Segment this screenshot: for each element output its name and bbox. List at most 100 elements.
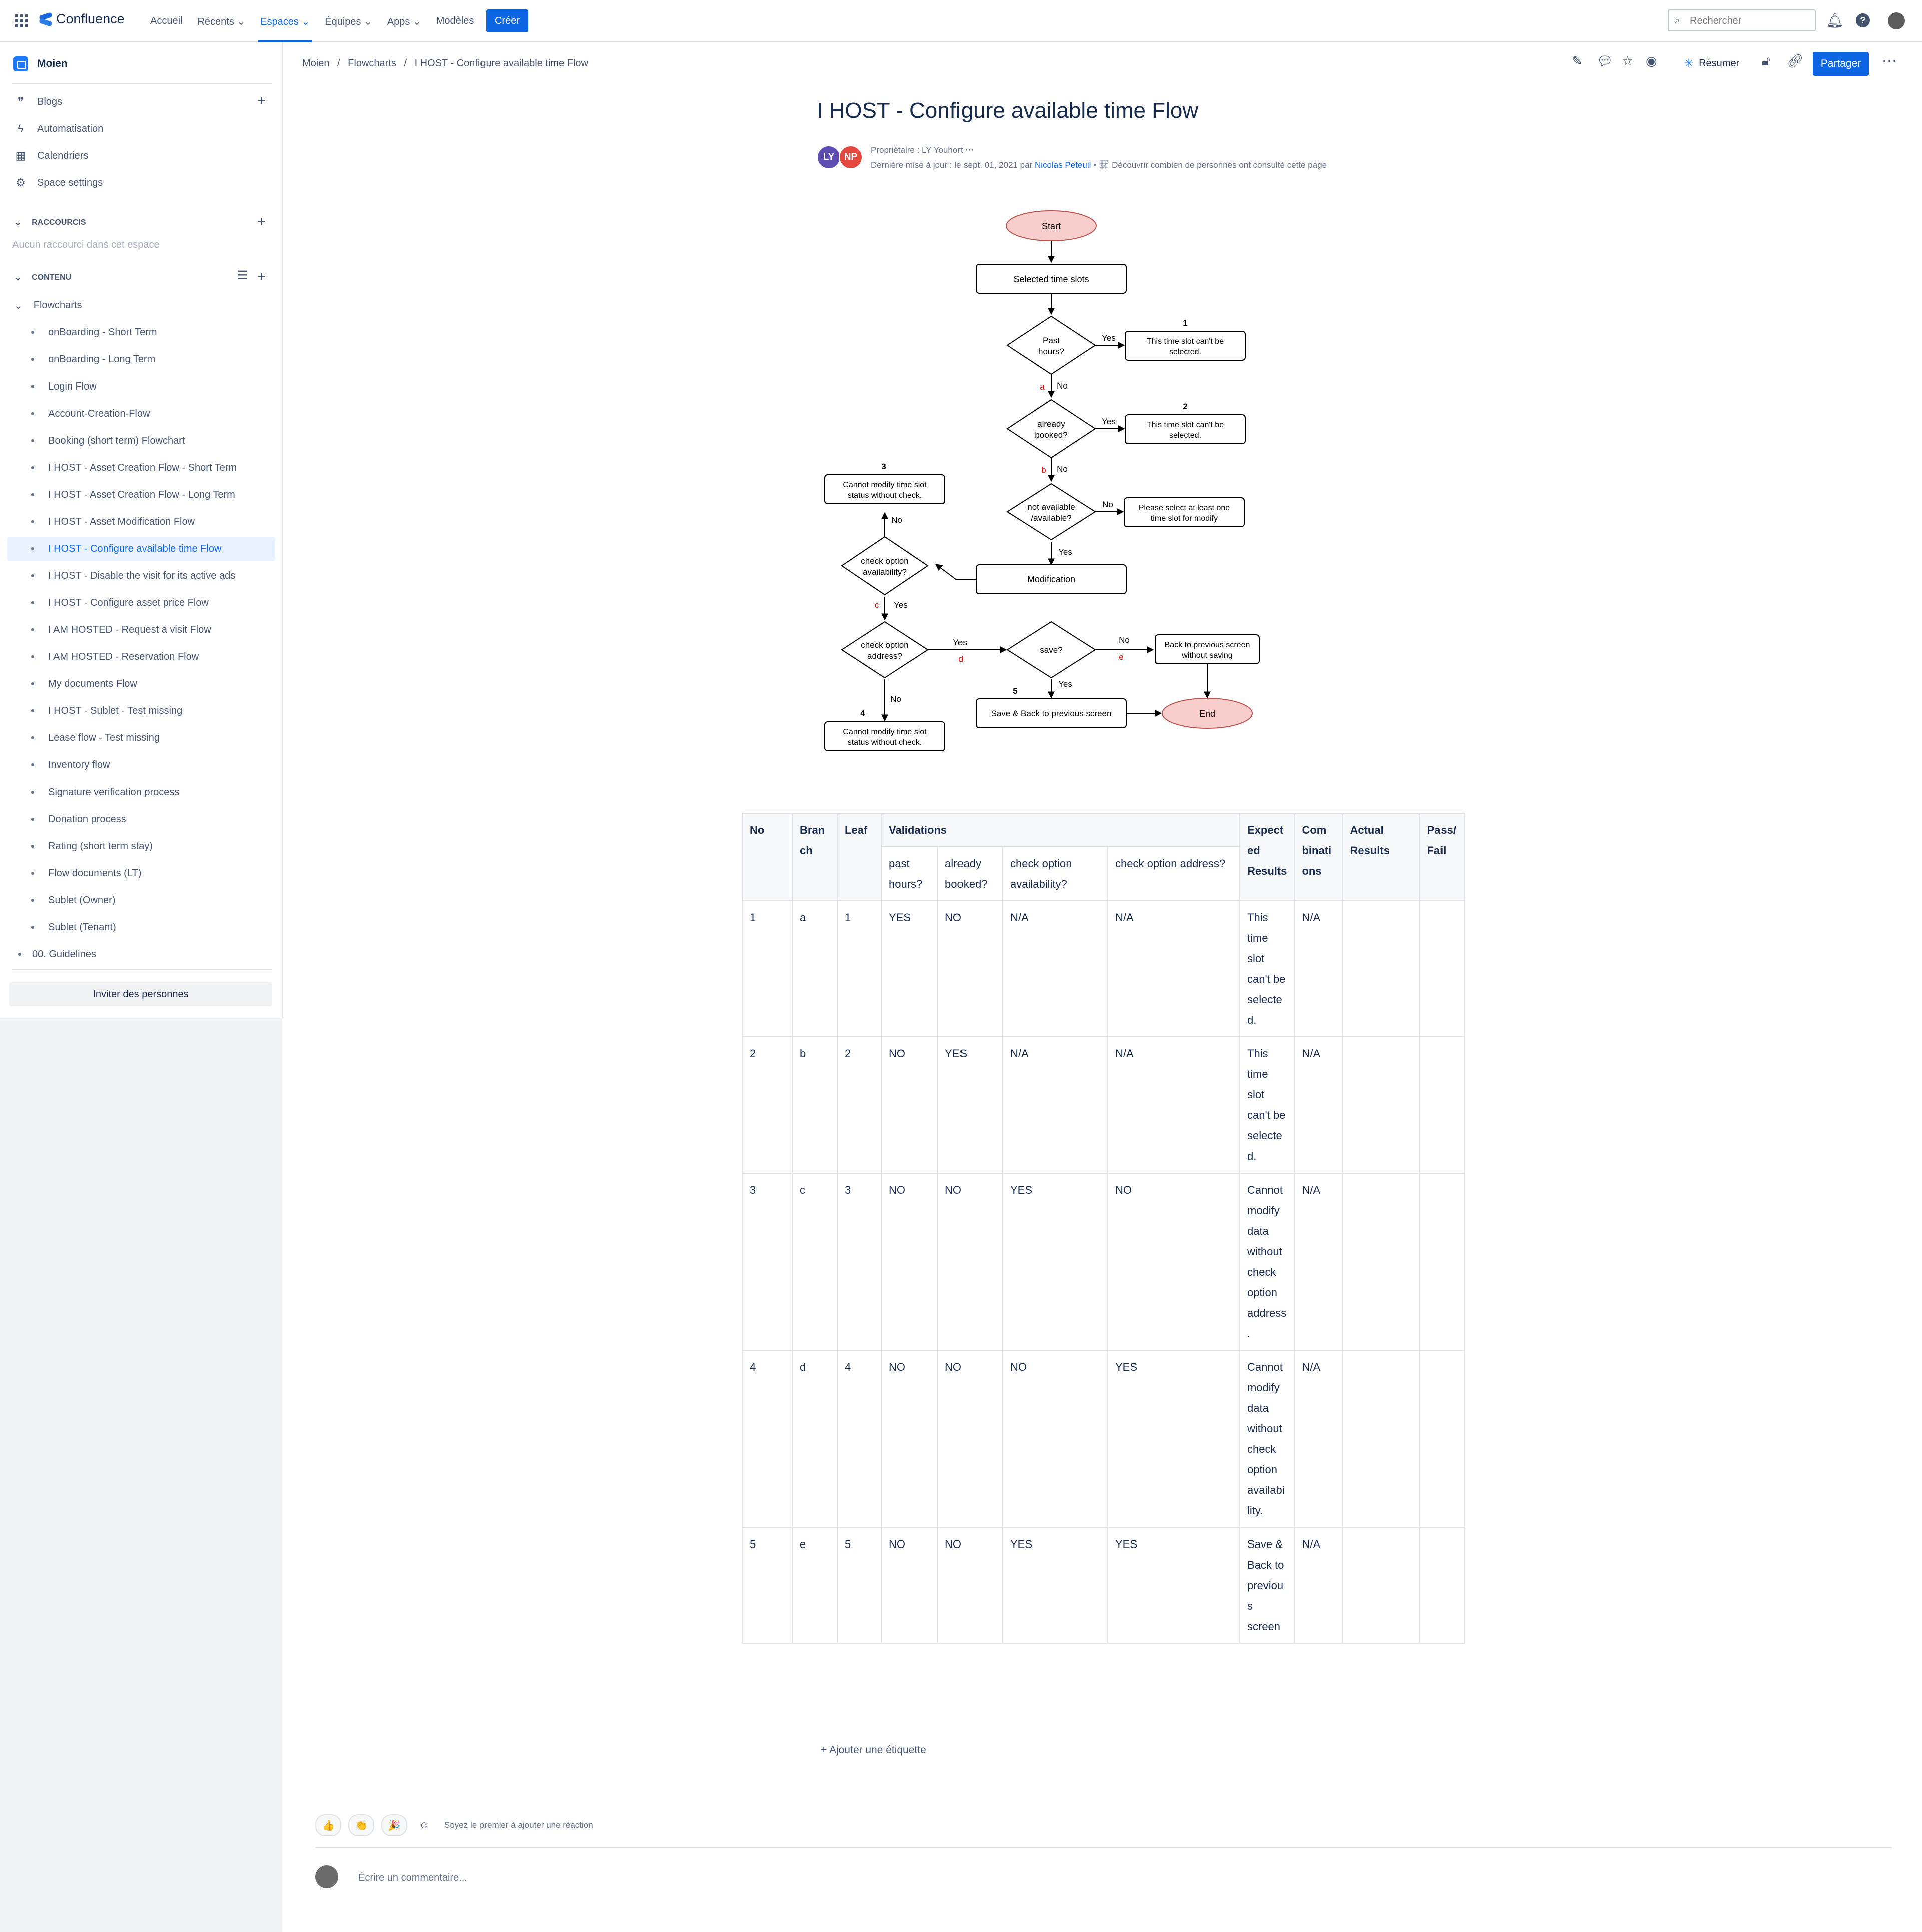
search-input[interactable] — [1689, 14, 1811, 27]
tree-item[interactable]: I HOST - Asset Modification Flow — [7, 510, 275, 534]
bullet-icon — [31, 682, 34, 685]
tree-item[interactable]: I AM HOSTED - Reservation Flow — [7, 645, 275, 669]
updated-by-link[interactable]: Nicolas Peteuil — [1035, 160, 1091, 170]
share-button[interactable]: Partager — [1813, 52, 1869, 76]
column-header: already booked? — [937, 846, 1003, 901]
contributor-avatar[interactable]: NP — [839, 145, 863, 169]
table-cell: 5 — [742, 1527, 793, 1644]
tree-item[interactable]: Donation process — [7, 807, 275, 831]
edge-label: No — [1057, 464, 1068, 474]
tree-item[interactable]: Lease flow - Test missing — [7, 726, 275, 750]
shortcuts-section-header[interactable]: ⌄ RACCOURCIS — [14, 217, 86, 228]
notifications-icon[interactable]: 🔔︎ — [1826, 11, 1844, 29]
watch-icon[interactable]: ◉ — [1646, 53, 1657, 69]
nav-equipes[interactable]: Équipes ⌄ — [325, 15, 372, 41]
nav-recents[interactable]: Récents ⌄ — [197, 15, 245, 41]
tree-item[interactable]: onBoarding - Short Term — [7, 320, 275, 344]
node-label: booked? — [1035, 430, 1067, 440]
edit-icon[interactable]: ✎ — [1572, 53, 1583, 69]
add-reaction-icon[interactable]: ☺ — [414, 1815, 434, 1835]
table-cell: NO — [1002, 1350, 1108, 1528]
filter-icon[interactable]: ☰ — [237, 268, 248, 283]
comment-icon[interactable]: 💬︎ — [1597, 53, 1613, 69]
owner-avatar[interactable]: LY — [817, 145, 841, 169]
star-icon[interactable]: ☆ — [1622, 53, 1633, 69]
app-switcher-icon[interactable] — [15, 14, 28, 27]
search-box[interactable]: ⌕ — [1668, 9, 1816, 31]
clap-reaction-icon[interactable]: 👏 — [348, 1814, 374, 1836]
node-label: already — [1037, 419, 1065, 429]
profile-avatar[interactable] — [1888, 12, 1905, 29]
tree-item[interactable]: I HOST - Sublet - Test missing — [7, 699, 275, 723]
node-label: Past — [1043, 336, 1060, 345]
content-section-header[interactable]: ⌄ CONTENU — [14, 272, 71, 283]
nav-modeles[interactable]: Modèles — [436, 15, 474, 41]
tree-item[interactable]: My documents Flow — [7, 672, 275, 696]
add-content-icon[interactable]: + — [257, 268, 266, 285]
more-actions-icon[interactable]: ⋯ — [1882, 52, 1897, 70]
tree-item-label: Signature verification process — [48, 786, 180, 798]
confluence-logo[interactable]: Confluence — [39, 11, 125, 27]
divider — [315, 1847, 1892, 1848]
add-blog-icon[interactable]: + — [257, 92, 266, 109]
thumbs-up-reaction-icon[interactable]: 👍 — [315, 1814, 341, 1836]
summarize-button[interactable]: ✳ Résumer — [1684, 56, 1739, 71]
tree-item[interactable]: I HOST - Configure asset price Flow — [7, 591, 275, 615]
tree-item[interactable]: I AM HOSTED - Request a visit Flow — [7, 618, 275, 642]
arrow — [935, 564, 976, 580]
copy-link-icon[interactable]: 🔗︎ — [1787, 53, 1803, 69]
edge-label: No — [890, 694, 901, 704]
section-title: CONTENU — [32, 273, 72, 282]
sidebar-item-calendars[interactable]: ▦ Calendriers — [14, 149, 89, 162]
tree-item[interactable]: I HOST - Asset Creation Flow - Long Term — [7, 483, 275, 507]
nav-espaces[interactable]: Espaces ⌄ — [258, 15, 312, 42]
tree-item[interactable]: onBoarding - Long Term — [7, 347, 275, 371]
tree-item[interactable]: Login Flow — [7, 374, 275, 399]
start-label: Start — [1042, 221, 1061, 231]
tree-item[interactable]: Account-Creation-Flow — [7, 402, 275, 426]
tree-item[interactable]: Flow documents (LT) — [7, 861, 275, 885]
add-label-button[interactable]: + Ajouter une étiquette — [821, 1744, 926, 1756]
tree-item[interactable]: Sublet (Tenant) — [7, 915, 275, 939]
sidebar-item-automation[interactable]: ϟ Automatisation — [14, 122, 103, 135]
quote-icon: ❞ — [18, 95, 24, 108]
add-shortcut-icon[interactable]: + — [257, 213, 266, 230]
tree-item[interactable]: Signature verification process — [7, 780, 275, 804]
tree-item[interactable]: Rating (short term stay) — [7, 834, 275, 858]
node-label: not available — [1027, 502, 1075, 512]
table-cell: NO — [881, 1173, 938, 1351]
table-cell: YES — [1107, 1350, 1240, 1528]
breadcrumb-link-flowcharts[interactable]: Flowcharts — [348, 58, 396, 69]
table-row: 3 c 3 NO NO YES NO Cannot modify data without c… — [742, 1173, 1466, 1351]
breadcrumb-link-space[interactable]: Moien — [302, 58, 329, 69]
tree-item[interactable]: I HOST - Asset Creation Flow - Short Ter… — [7, 456, 275, 480]
sidebar-item-blogs[interactable]: ❞ Blogs — [14, 95, 62, 108]
tree-item-flowcharts[interactable]: ⌄ Flowcharts — [7, 293, 275, 317]
tree-item[interactable]: I HOST - Disable the visit for its activ… — [7, 564, 275, 588]
tree-item[interactable]: Sublet (Owner) — [7, 888, 275, 912]
nav-accueil[interactable]: Accueil — [150, 15, 182, 41]
comment-input[interactable]: Écrire un commentaire... — [358, 1872, 467, 1884]
tree-item-label: Sublet (Owner) — [48, 894, 116, 906]
bullet-icon — [18, 953, 21, 956]
tree-item[interactable]: Inventory flow — [7, 753, 275, 777]
restrictions-icon[interactable]: 🔓︎ — [1762, 53, 1770, 69]
more-icon[interactable]: ··· — [965, 145, 974, 155]
nav-label: Accueil — [150, 15, 183, 26]
space-header[interactable]: Moien — [13, 56, 68, 71]
table-cell: 1 — [742, 900, 793, 1037]
tree-item-guidelines[interactable]: 00. Guidelines — [7, 942, 275, 966]
nav-apps[interactable]: Apps ⌄ — [387, 15, 421, 41]
create-button[interactable]: Créer — [486, 9, 528, 32]
page-insights-link[interactable]: Découvrir combien de personnes ont consu… — [1112, 160, 1327, 170]
help-icon[interactable]: ? — [1854, 11, 1872, 29]
invite-people-button[interactable]: Inviter des personnes — [9, 982, 272, 1006]
node-label: Save & Back to previous screen — [991, 709, 1112, 718]
node-label: hours? — [1038, 347, 1064, 356]
sidebar-item-space-settings[interactable]: ⚙ Space settings — [14, 176, 103, 189]
party-reaction-icon[interactable]: 🎉 — [381, 1814, 407, 1836]
breadcrumb-link-current[interactable]: I HOST - Configure available time Flow — [415, 58, 588, 69]
tree-item[interactable]: Booking (short term) Flowchart — [7, 429, 275, 453]
branch-label: a — [1040, 382, 1045, 392]
tree-item-current[interactable]: I HOST - Configure available time Flow — [7, 537, 275, 561]
